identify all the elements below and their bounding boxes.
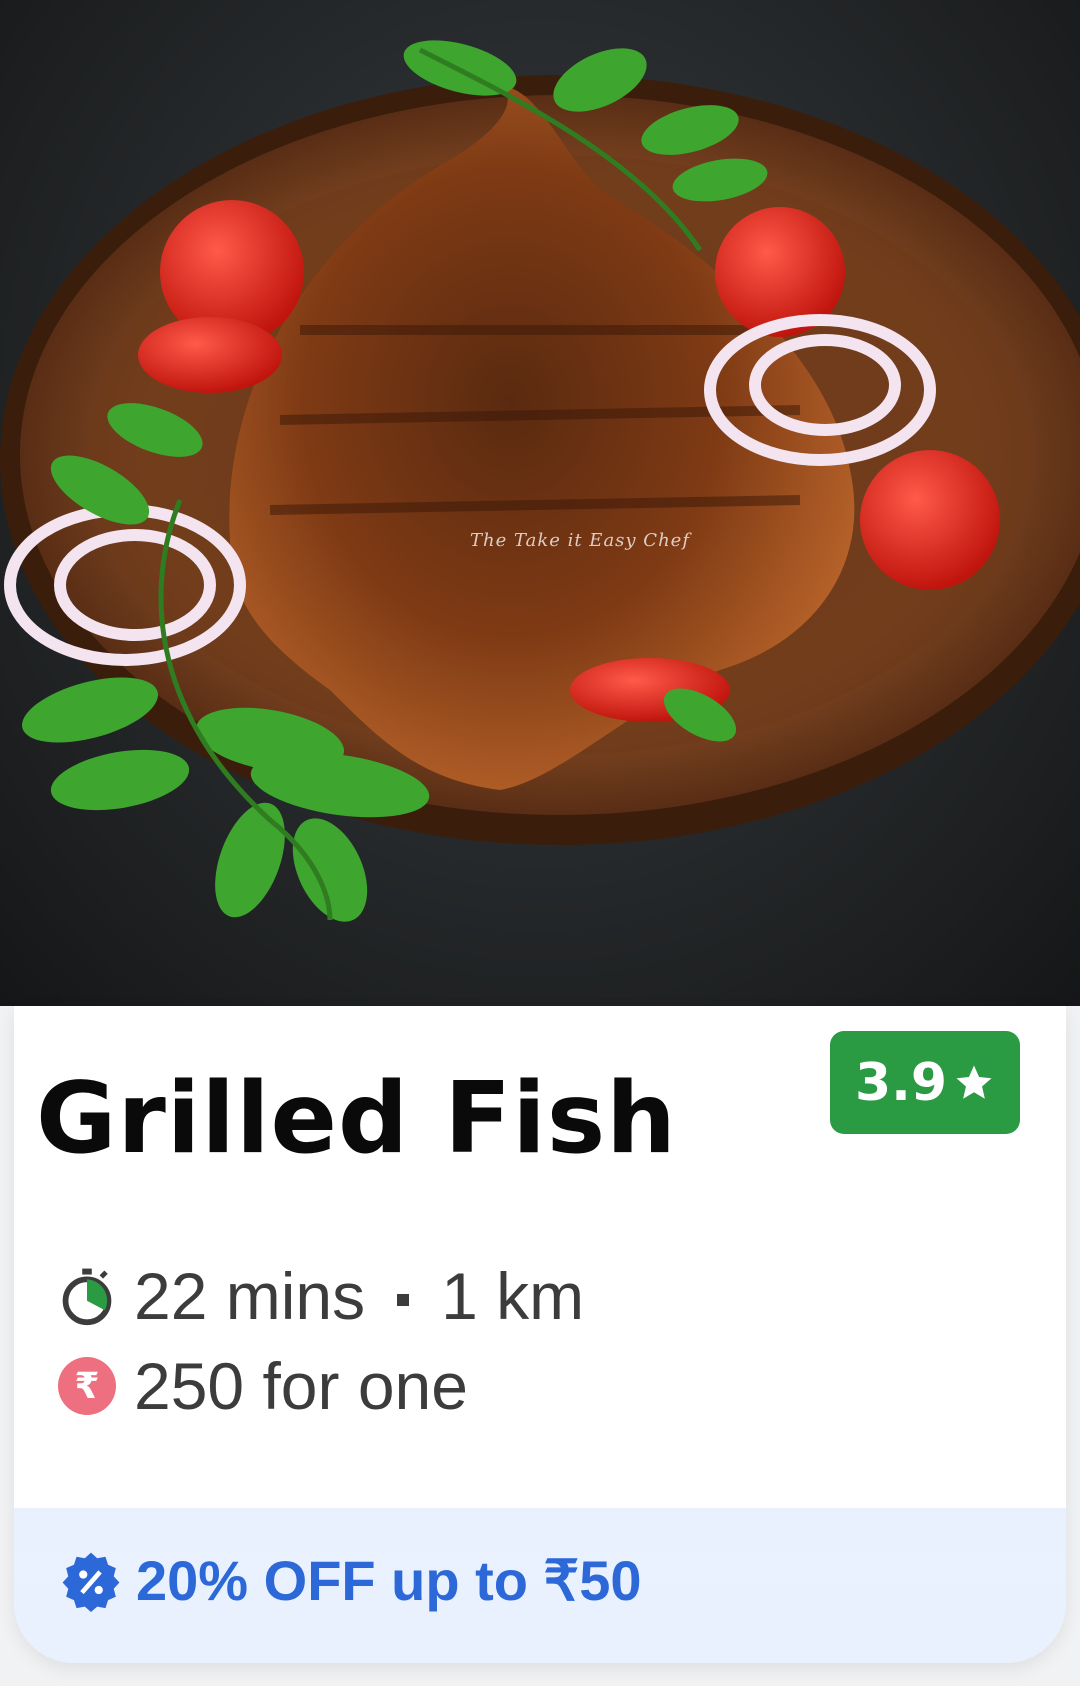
star-icon xyxy=(956,1065,992,1099)
rating-value: 3.9 xyxy=(854,1052,948,1113)
delivery-info-row: 22 mins 1 km xyxy=(58,1258,584,1334)
offer-text: 20% OFF up to ₹50 xyxy=(136,1549,642,1612)
separator-dot xyxy=(397,1294,410,1306)
discount-badge-icon xyxy=(62,1552,120,1612)
grilled-fish-photo xyxy=(0,40,1080,922)
stopwatch-icon xyxy=(62,1268,112,1326)
dish-image[interactable]: The Take it Easy Chef xyxy=(0,0,1080,1006)
price-for-one: 250 for one xyxy=(134,1349,468,1423)
offer-content[interactable]: 20% OFF up to ₹50 xyxy=(60,1548,641,1614)
rupee-icon: ₹ xyxy=(58,1357,116,1415)
rating-badge: 3.9 xyxy=(830,1031,1020,1134)
delivery-time: 22 mins xyxy=(134,1259,366,1333)
distance: 1 km xyxy=(441,1259,585,1333)
image-watermark: The Take it Easy Chef xyxy=(470,530,690,551)
price-info-row: ₹ 250 for one xyxy=(58,1348,468,1424)
dish-title[interactable]: Grilled Fish xyxy=(36,1070,677,1168)
